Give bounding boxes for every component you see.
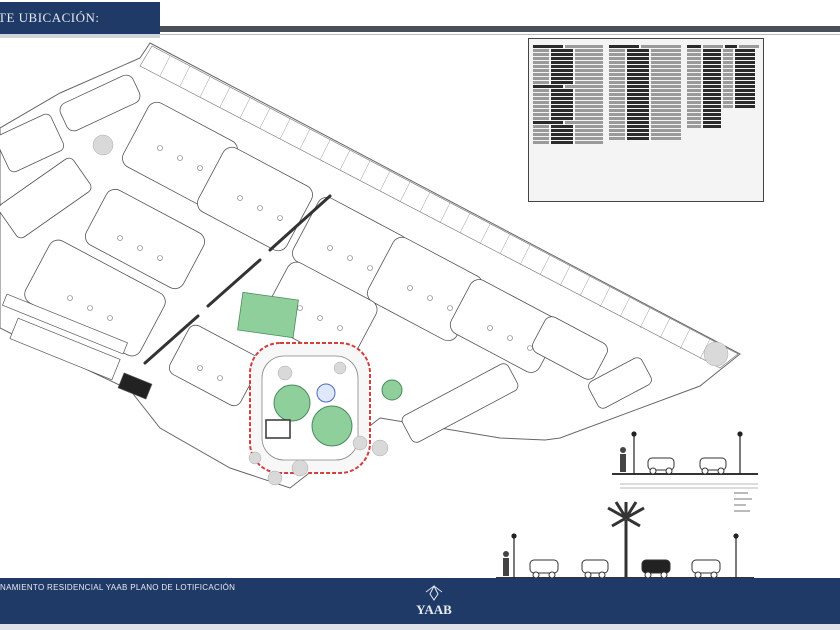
car-icon [647, 457, 675, 475]
lot-schedule-table [528, 38, 764, 202]
table-column-1 [533, 45, 605, 195]
streetlight-icon [737, 431, 743, 474]
green-park [237, 291, 299, 339]
plan-title: NAMIENTO RESIDENCIAL YAAB PLANO DE LOTIF… [0, 583, 236, 592]
footer-bar: NAMIENTO RESIDENCIAL YAAB PLANO DE LOTIF… [0, 578, 840, 630]
car-icon [581, 559, 609, 579]
bottom-strip [0, 624, 840, 630]
table-column-3 [687, 45, 759, 195]
sheet-title: TE UBICACIÓN: [0, 10, 100, 25]
car-icon [529, 559, 559, 579]
car-icon [641, 559, 671, 579]
streetlight-icon [511, 533, 517, 578]
logo-text: YAAB [416, 602, 452, 617]
pedestrian-icon [620, 447, 626, 472]
logo-emblem-icon [425, 584, 443, 601]
car-icon [699, 457, 727, 475]
streetlight-icon [631, 431, 637, 474]
footer-right-panel [762, 578, 840, 630]
yaab-logo: YAAB [412, 584, 456, 624]
streetlight-icon [733, 533, 739, 578]
header-stripe [160, 26, 840, 32]
pedestrian-icon [503, 551, 509, 576]
header-bar: TE UBICACIÓN: [0, 0, 840, 35]
car-icon [691, 559, 721, 579]
table-column-2 [609, 45, 683, 195]
palm-tree-icon [607, 501, 645, 578]
sheet-title-tab: TE UBICACIÓN: [0, 2, 160, 34]
